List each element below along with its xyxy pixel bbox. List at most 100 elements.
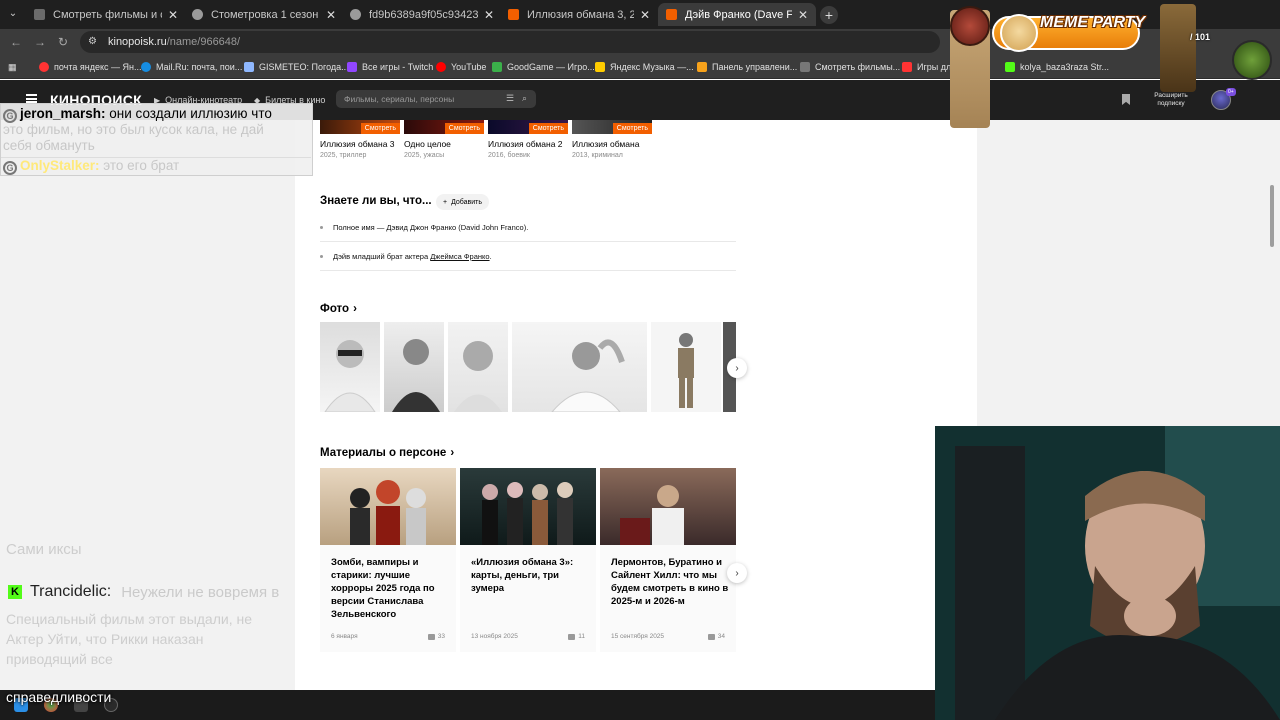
close-icon[interactable]: ✕ bbox=[484, 8, 494, 22]
film-title[interactable]: Иллюзия обмана 2 bbox=[488, 139, 568, 149]
tab-title: Смотреть фильмы и сериалы bbox=[53, 8, 162, 21]
scrollbar[interactable] bbox=[1270, 185, 1274, 247]
forward-arrow-icon[interactable]: → bbox=[32, 34, 48, 50]
search-placeholder: Фильмы, сериалы, персоны bbox=[344, 94, 455, 104]
menu-icon[interactable] bbox=[26, 94, 37, 103]
film-poster[interactable]: Смотреть bbox=[404, 120, 484, 134]
comment-icon bbox=[568, 633, 576, 640]
watch-button[interactable]: Смотреть bbox=[360, 123, 400, 134]
photo-thumb[interactable] bbox=[512, 322, 647, 412]
close-icon[interactable]: ✕ bbox=[168, 8, 178, 22]
bookmark-control-panel[interactable]: Панель управлени... bbox=[697, 60, 797, 74]
photo-thumb[interactable] bbox=[448, 322, 508, 412]
chat-message: Gjeron_marsh: они создали иллюзию что bbox=[3, 106, 272, 123]
bookmark-icon bbox=[595, 62, 605, 72]
article-date: 15 сентября 2025 bbox=[611, 633, 665, 640]
film-title[interactable]: Иллюзия обмана 3 bbox=[320, 139, 400, 149]
rank-badge-icon bbox=[1232, 40, 1272, 80]
tab-active[interactable]: Дэйв Франко (Dave Franco): ф ✕ bbox=[658, 3, 816, 26]
faded-chat: Специальный фильм этот выдали, не Актер … bbox=[6, 609, 306, 669]
chat-text: Неужели не вовремя в bbox=[121, 583, 280, 601]
film-poster[interactable]: Смотреть bbox=[320, 120, 400, 134]
bookmark-mailru[interactable]: Mail.Ru: почта, пои... bbox=[141, 60, 242, 74]
subscribe-button[interactable]: Расширить подписку bbox=[1150, 92, 1192, 108]
bookmark-icon bbox=[39, 62, 49, 72]
bookmark-label: почта яндекс — Ян... bbox=[54, 62, 142, 72]
actor-link[interactable]: Джеймса Франко bbox=[430, 252, 489, 261]
watch-button[interactable]: Смотреть bbox=[612, 123, 652, 134]
address-bar[interactable]: ⚙ kinopoisk.ru/name/966648/ bbox=[80, 31, 940, 53]
add-fact-button[interactable]: + Добавить bbox=[436, 194, 490, 210]
back-arrow-icon[interactable]: ← bbox=[8, 34, 24, 50]
photo-thumb[interactable] bbox=[320, 322, 380, 412]
photos-heading[interactable]: Фото › bbox=[320, 303, 357, 315]
chat-text: приводящий все bbox=[6, 651, 113, 667]
tab-4[interactable]: Иллюзия обмана 3, 2025 — о ✕ bbox=[500, 3, 658, 26]
chevron-right-icon: › bbox=[735, 567, 739, 579]
watch-button[interactable]: Смотреть bbox=[444, 123, 484, 134]
photo-thumb[interactable] bbox=[384, 322, 444, 412]
page-left-gutter bbox=[0, 120, 295, 690]
profile-badge: 0+ bbox=[1226, 88, 1236, 96]
new-tab-button[interactable]: + bbox=[820, 6, 838, 24]
film-card[interactable]: Смотреть Иллюзия обмана 2013, криминал bbox=[572, 120, 652, 159]
tab-favicon bbox=[192, 9, 203, 20]
tab-title: Иллюзия обмана 3, 2025 — о bbox=[527, 8, 634, 21]
filter-icon[interactable]: ☰ bbox=[506, 93, 514, 104]
materials-heading[interactable]: Материалы о персоне › bbox=[320, 447, 454, 459]
bookmark-kick[interactable]: kolya_baza3raza Str... bbox=[1005, 60, 1109, 74]
site-info-icon[interactable]: ⚙ bbox=[88, 36, 100, 48]
chat-text: Специальный фильм этот выдали, не bbox=[6, 611, 252, 627]
bookmark-gismeteo[interactable]: GISMETEO: Погода... bbox=[244, 60, 349, 74]
film-poster[interactable]: Смотреть bbox=[488, 120, 568, 134]
article-title[interactable]: Лермонтов, Буратино и Сайлент Хилл: что … bbox=[611, 556, 729, 608]
bookmark-icon bbox=[436, 62, 446, 72]
chat-message: G OnlyStalker: это его брат bbox=[1, 157, 311, 175]
article-card[interactable]: «Иллюзия обмана 3»: карты, деньги, три з… bbox=[460, 468, 596, 652]
bookmark-icon[interactable] bbox=[1122, 94, 1130, 105]
film-title[interactable]: Одно целое bbox=[404, 139, 484, 149]
film-card[interactable]: Смотреть Одно целое 2025, ужасы bbox=[404, 120, 484, 159]
bookmark-youtube[interactable]: YouTube bbox=[436, 60, 486, 74]
bookmark-twitch[interactable]: Все игры - Twitch bbox=[347, 60, 433, 74]
search-input[interactable]: Фильмы, сериалы, персоны ☰ ⌕ bbox=[336, 90, 536, 108]
bookmark-yandex-mail[interactable]: почта яндекс — Ян... bbox=[39, 60, 142, 74]
bookmark-label: kolya_baza3raza Str... bbox=[1020, 62, 1110, 72]
close-icon[interactable]: ✕ bbox=[326, 8, 336, 22]
bookmark-yandex-music[interactable]: Яндекс Музыка —... bbox=[595, 60, 694, 74]
photos-next-button[interactable]: › bbox=[727, 358, 747, 378]
tab-3[interactable]: fd9b6389a9f05c9342337a06e4 ✕ bbox=[342, 3, 502, 26]
article-illustration bbox=[350, 480, 426, 545]
film-card[interactable]: Смотреть Иллюзия обмана 3 2025, триллер bbox=[320, 120, 400, 159]
streamer-webcam bbox=[935, 426, 1280, 720]
article-card[interactable]: Зомби, вампиры и старики: лучшие хорроры… bbox=[320, 468, 456, 652]
chevron-right-icon: › bbox=[450, 447, 455, 459]
film-poster[interactable]: Смотреть bbox=[572, 120, 652, 134]
doge-icon bbox=[1000, 14, 1038, 52]
tab-search-icon[interactable]: ⌄ bbox=[4, 4, 22, 22]
film-card[interactable]: Смотреть Иллюзия обмана 2 2016, боевик bbox=[488, 120, 568, 159]
chat-username: jeron_marsh: bbox=[20, 106, 106, 121]
close-icon[interactable]: ✕ bbox=[640, 8, 650, 22]
film-title[interactable]: Иллюзия обмана bbox=[572, 139, 652, 149]
bookmark-icon bbox=[1005, 62, 1015, 72]
watch-button[interactable]: Смотреть bbox=[528, 123, 568, 134]
chat-text: Сами иксы bbox=[6, 541, 82, 558]
materials-next-button[interactable]: › bbox=[727, 563, 747, 583]
tab-1[interactable]: Смотреть фильмы и сериалы ✕ bbox=[26, 3, 186, 26]
photo-thumb[interactable] bbox=[651, 322, 721, 412]
bookmark-games[interactable]: Игры для bbox=[902, 60, 956, 74]
bookmark-goodgame[interactable]: GoodGame — Игро... bbox=[492, 60, 595, 74]
article-title[interactable]: «Иллюзия обмана 3»: карты, деньги, три з… bbox=[471, 556, 589, 595]
tab-2[interactable]: Стометровка 1 сезон все сер ✕ bbox=[184, 3, 344, 26]
close-icon[interactable]: ✕ bbox=[798, 8, 808, 22]
bookmark-icon bbox=[347, 62, 357, 72]
bookmark-movies[interactable]: Смотреть фильмы... bbox=[800, 60, 900, 74]
article-card[interactable]: Лермонтов, Буратино и Сайлент Хилл: что … bbox=[600, 468, 736, 652]
reload-icon[interactable]: ↻ bbox=[55, 34, 71, 50]
chat-username: OnlyStalker: bbox=[20, 158, 100, 173]
apps-grid-icon[interactable]: ▦ bbox=[8, 60, 17, 74]
article-title[interactable]: Зомби, вампиры и старики: лучшие хорроры… bbox=[331, 556, 449, 621]
fact-text: Полное имя — Дэвид Джон Франко (David Jo… bbox=[333, 223, 529, 232]
search-icon[interactable]: ⌕ bbox=[522, 93, 527, 104]
